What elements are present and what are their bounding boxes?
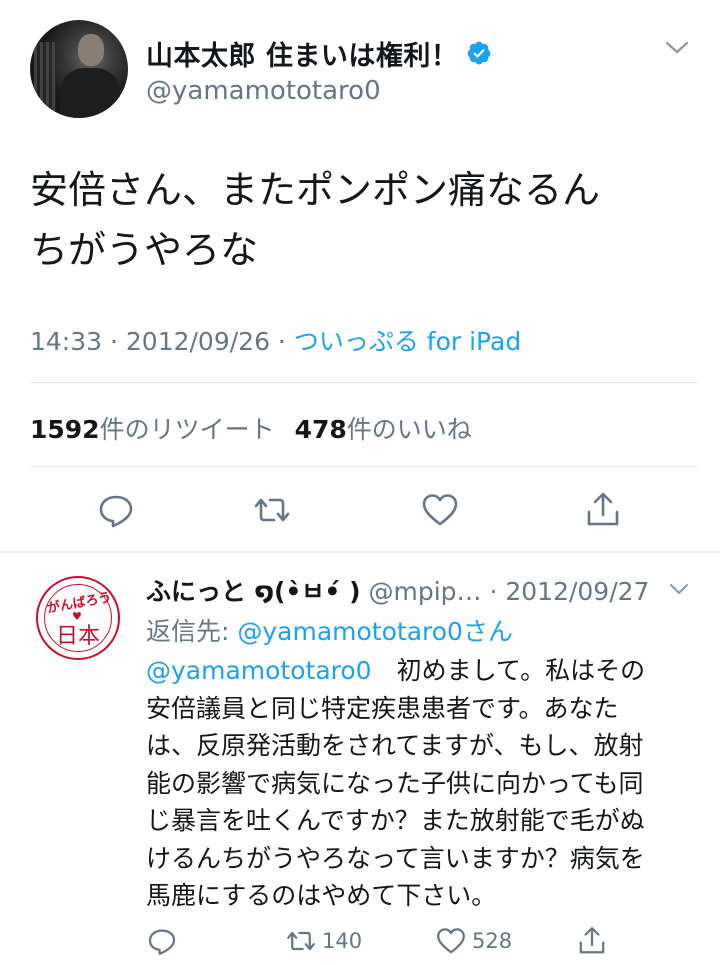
verified-badge-icon — [468, 41, 491, 65]
retweet-label[interactable]: 件のリツイート — [100, 415, 275, 444]
reply-share-button[interactable] — [576, 924, 608, 958]
share-icon — [579, 927, 605, 954]
reply-reply-button[interactable] — [146, 924, 178, 958]
reply-text-line: @yamamototaro0 初めまして。私はその — [146, 652, 706, 690]
name-row: 山本太郎 住まいは権利！ — [146, 34, 492, 73]
reply-to: 返信先: @yamamototaro0さん — [146, 612, 513, 648]
reply-header: ふにっと ໑(•̀ㅂ•́ ) @mpip… · 2012/09/27 — [146, 572, 649, 606]
timestamp[interactable]: 14:33 · 2012/09/26 · — [30, 327, 294, 356]
reply-text: @yamamototaro0 初めまして。私はその 安倍議員と同じ特定疾患患者で… — [146, 652, 706, 915]
reply-text-line: 能の影響で病気になった子供に向かっても同 — [146, 768, 644, 798]
mention-link[interactable]: @yamamototaro0 — [146, 656, 372, 685]
reply-retweet-button[interactable]: 140 — [284, 924, 362, 958]
like-label[interactable]: 件のいいね — [347, 415, 472, 444]
reply-display-name[interactable]: ふにっと ໑(•̀ㅂ•́ ) — [146, 577, 361, 606]
chevron-down-icon[interactable] — [668, 580, 690, 598]
display-name[interactable]: 山本太郎 住まいは権利！ — [146, 34, 458, 73]
like-count[interactable]: 478 — [295, 415, 347, 444]
avatar[interactable] — [30, 20, 128, 118]
reply-icon — [148, 929, 176, 955]
tweet-actions — [0, 490, 720, 530]
reply-avatar[interactable]: がんばろう ♥ 日本 — [36, 576, 120, 660]
reply-to-mention[interactable]: @yamamototaro0さん — [237, 617, 513, 646]
tweet-text-line: ちがうやろな — [30, 228, 259, 272]
reply-text-line: じ暴言を吐くんですか？また放射能で毛がぬ — [146, 806, 645, 835]
avatar-stamp-text: 日本 — [55, 624, 100, 649]
reply-like-count: 528 — [472, 929, 513, 953]
reply-like-button[interactable]: 528 — [434, 924, 512, 958]
reply-to-label: 返信先: — [146, 617, 238, 646]
reply-tweet[interactable]: がんばろう ♥ 日本 ふにっと ໑(•̀ㅂ•́ ) @mpip… · 2012/… — [0, 554, 720, 965]
reply-text-line: けるんちがうやろなって言いますか？病気を — [146, 843, 645, 873]
reply-date[interactable]: · 2012/09/27 — [482, 577, 649, 606]
like-icon — [437, 928, 465, 954]
reply-retweet-count: 140 — [322, 929, 363, 953]
share-icon[interactable] — [583, 490, 623, 530]
reply-text-line: 安倍議員と同じ特定疾患患者です。あなた — [146, 693, 619, 723]
divider — [30, 382, 698, 383]
avatar-decoration — [34, 42, 56, 112]
handle[interactable]: @yamamototaro0 — [146, 76, 381, 106]
reply-icon[interactable] — [96, 490, 136, 530]
tweet-text: 安倍さん、またポンポン痛なるん ちがうやろな — [30, 160, 690, 280]
reply-actions: 140 528 — [0, 924, 720, 960]
main-tweet: 山本太郎 住まいは権利！ @yamamototaro0 安倍さん、またポンポン痛… — [0, 0, 720, 552]
tweet-separator — [0, 551, 720, 553]
retweet-icon[interactable] — [252, 490, 292, 530]
tweet-stats: 1592件のリツイート 478件のいいね — [30, 410, 472, 446]
tweet-text-line: 安倍さん、またポンポン痛なるん — [30, 168, 601, 212]
reply-handle[interactable]: @mpip… — [368, 577, 481, 606]
like-icon[interactable] — [420, 490, 460, 530]
reply-text-segment: 初めまして。私はその — [371, 656, 646, 685]
reply-text-line: は、反原発活動をされてますが、もし、放射 — [146, 731, 644, 760]
chevron-down-icon[interactable] — [664, 38, 690, 58]
client-link[interactable]: ついっぷる for iPad — [294, 327, 521, 356]
reply-text-line: 馬鹿にするのはやめて下さい。 — [146, 881, 497, 910]
retweet-icon — [287, 931, 315, 951]
divider — [30, 466, 698, 467]
tweet-meta: 14:33 · 2012/09/26 · ついっぷる for iPad — [30, 322, 521, 358]
retweet-count[interactable]: 1592 — [30, 415, 100, 444]
